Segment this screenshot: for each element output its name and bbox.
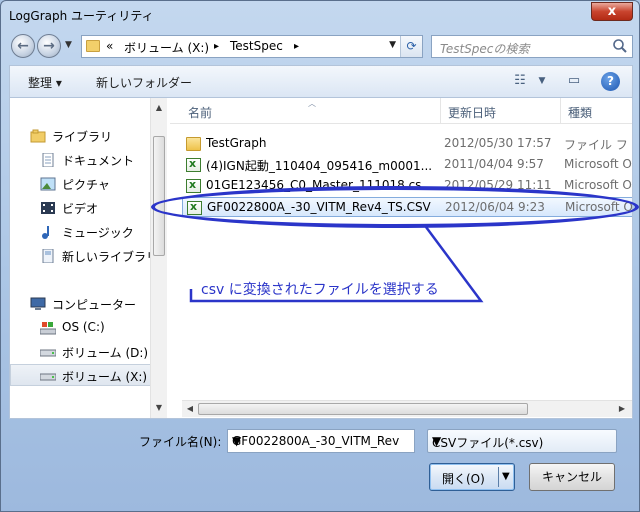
- library-icon: [30, 129, 46, 143]
- folder-icon: [86, 40, 100, 52]
- horizontal-scroll-thumb[interactable]: [198, 403, 528, 415]
- breadcrumb-volume-x[interactable]: ボリューム (X:): [124, 39, 209, 56]
- view-dropdown-icon[interactable]: ▼: [532, 72, 552, 90]
- cancel-button[interactable]: キャンセル: [529, 463, 615, 491]
- file-name: (4)IGN起動_110404_095416_m0001...: [206, 159, 433, 173]
- file-date: 2012/05/30 17:57: [444, 136, 552, 150]
- document-icon: [42, 153, 54, 167]
- chevron-down-icon[interactable]: ▼: [232, 434, 400, 448]
- breadcrumb-separator[interactable]: ▸: [214, 41, 219, 52]
- organize-button[interactable]: 整理 ▾: [28, 74, 62, 91]
- excel-icon: [186, 157, 201, 172]
- address-dropdown-icon[interactable]: ▼: [389, 40, 396, 50]
- drive-icon: [40, 373, 56, 381]
- search-placeholder: TestSpecの検索: [440, 42, 530, 56]
- library-icon: [42, 249, 54, 263]
- filename-label: ファイル名(N):: [139, 435, 222, 449]
- column-divider[interactable]: [440, 98, 441, 124]
- command-toolbar: 整理 ▾ 新しいフォルダー ☷ ▼ ▭ ?: [9, 65, 633, 97]
- help-icon[interactable]: ?: [601, 72, 620, 91]
- breadcrumb-separator[interactable]: ▸: [294, 41, 299, 52]
- nav-label: ライブラリ: [52, 130, 113, 144]
- split-divider: [498, 467, 499, 487]
- nav-item-videos[interactable]: ビデオ: [10, 197, 156, 219]
- column-divider[interactable]: [560, 98, 561, 124]
- column-header-row: ︿ 名前 更新日時 種類: [170, 98, 632, 124]
- preview-pane-icon[interactable]: ▭: [564, 72, 584, 90]
- scroll-right-icon[interactable]: ▶: [614, 401, 630, 417]
- nav-item-drive-x[interactable]: ボリューム (X:): [10, 364, 156, 386]
- column-header-type[interactable]: 種類: [568, 104, 592, 121]
- column-header-name[interactable]: 名前: [188, 104, 212, 121]
- horizontal-scrollbar[interactable]: ◀ ▶: [182, 400, 632, 417]
- nav-label: ドキュメント: [62, 154, 135, 168]
- nav-item-music[interactable]: ミュージック: [10, 221, 156, 243]
- file-type: ファイル フ: [564, 138, 628, 152]
- open-button[interactable]: 開く(O) ▼: [429, 463, 515, 491]
- view-options-icon[interactable]: ☷: [510, 72, 530, 90]
- back-button[interactable]: ←: [11, 34, 35, 58]
- nav-item-pictures[interactable]: ピクチャ: [10, 173, 156, 195]
- video-icon: [41, 202, 55, 214]
- filetype-select[interactable]: CSVファイル(*.csv) ▼: [427, 429, 617, 453]
- file-type: Microsoft O: [564, 178, 632, 192]
- dialog-footer: ファイル名(N): GF0022800A_-30_VITM_Rev ▼ CSVフ…: [1, 421, 640, 512]
- column-header-modified[interactable]: 更新日時: [448, 104, 496, 121]
- sort-ascending-icon: ︿: [308, 99, 316, 108]
- address-toolbar: ← → ▼ « ボリューム (X:) ▸ TestSpec ▸ ▼ ⟳ Test…: [1, 31, 639, 63]
- drive-icon: [40, 349, 56, 357]
- nav-item-documents[interactable]: ドキュメント: [10, 149, 156, 171]
- picture-icon: [40, 177, 56, 191]
- nav-label: コンピューター: [52, 298, 137, 312]
- search-icon: [613, 39, 627, 53]
- scroll-down-icon[interactable]: ▼: [151, 400, 167, 416]
- nav-item-drive-c[interactable]: OS (C:): [10, 317, 156, 339]
- breadcrumb-overflow[interactable]: «: [106, 39, 113, 53]
- music-icon: [42, 226, 49, 239]
- nav-item-new-library[interactable]: 新しいライブラリ: [10, 245, 159, 267]
- os-drive-icon: [40, 322, 56, 335]
- filename-input[interactable]: GF0022800A_-30_VITM_Rev ▼: [227, 429, 415, 453]
- nav-label: ミュージック: [62, 226, 134, 240]
- navigation-pane: ライブラリ ドキュメント ピクチャ ビデオ ミュージック 新しいライブラリ コン…: [10, 98, 168, 418]
- scroll-up-icon[interactable]: ▲: [151, 100, 167, 116]
- recent-pages-dropdown[interactable]: ▼: [65, 40, 72, 50]
- dialog-window: LogGraph ユーティリティ x ← → ▼ « ボリューム (X:) ▸ …: [0, 0, 640, 512]
- open-button-label: 開く(O): [442, 472, 485, 486]
- refresh-button[interactable]: ⟳: [400, 36, 422, 57]
- nav-label: ピクチャ: [62, 178, 110, 192]
- file-type: Microsoft O: [564, 157, 632, 171]
- file-row[interactable]: TestGraph 2012/05/30 17:57 ファイル フ: [182, 134, 632, 154]
- file-date: 2011/04/04 9:57: [444, 157, 544, 171]
- file-name: TestGraph: [206, 136, 267, 150]
- annotation-text: csv に変換されたファイルを選択する: [201, 282, 439, 298]
- breadcrumb-testspec[interactable]: TestSpec: [230, 39, 283, 53]
- nav-label: 新しいライブラリ: [62, 250, 159, 264]
- scroll-left-icon[interactable]: ◀: [182, 401, 198, 417]
- title-bar: LogGraph ユーティリティ x: [1, 1, 639, 31]
- forward-button[interactable]: →: [37, 34, 61, 58]
- open-dropdown-icon[interactable]: ▼: [502, 471, 510, 482]
- nav-label: OS (C:): [62, 320, 105, 334]
- address-bar[interactable]: « ボリューム (X:) ▸ TestSpec ▸ ▼ ⟳: [81, 35, 423, 58]
- close-button[interactable]: x: [591, 2, 633, 21]
- nav-label: ビデオ: [62, 202, 99, 216]
- folder-icon: [186, 137, 201, 151]
- chevron-down-icon: ▼: [432, 434, 442, 448]
- nav-item-computer[interactable]: コンピューター: [10, 293, 156, 315]
- search-box[interactable]: TestSpecの検索: [431, 35, 633, 58]
- nav-item-drive-d[interactable]: ボリューム (D:): [10, 341, 156, 363]
- new-folder-button[interactable]: 新しいフォルダー: [96, 74, 192, 91]
- file-row[interactable]: (4)IGN起動_110404_095416_m0001... 2011/04/…: [182, 155, 632, 175]
- nav-label: ボリューム (X:): [62, 370, 148, 384]
- window-title: LogGraph ユーティリティ: [9, 9, 154, 23]
- nav-label: ボリューム (D:): [62, 346, 149, 360]
- excel-icon: [186, 178, 201, 193]
- nav-item-libraries[interactable]: ライブラリ: [10, 125, 156, 147]
- computer-icon: [30, 297, 46, 310]
